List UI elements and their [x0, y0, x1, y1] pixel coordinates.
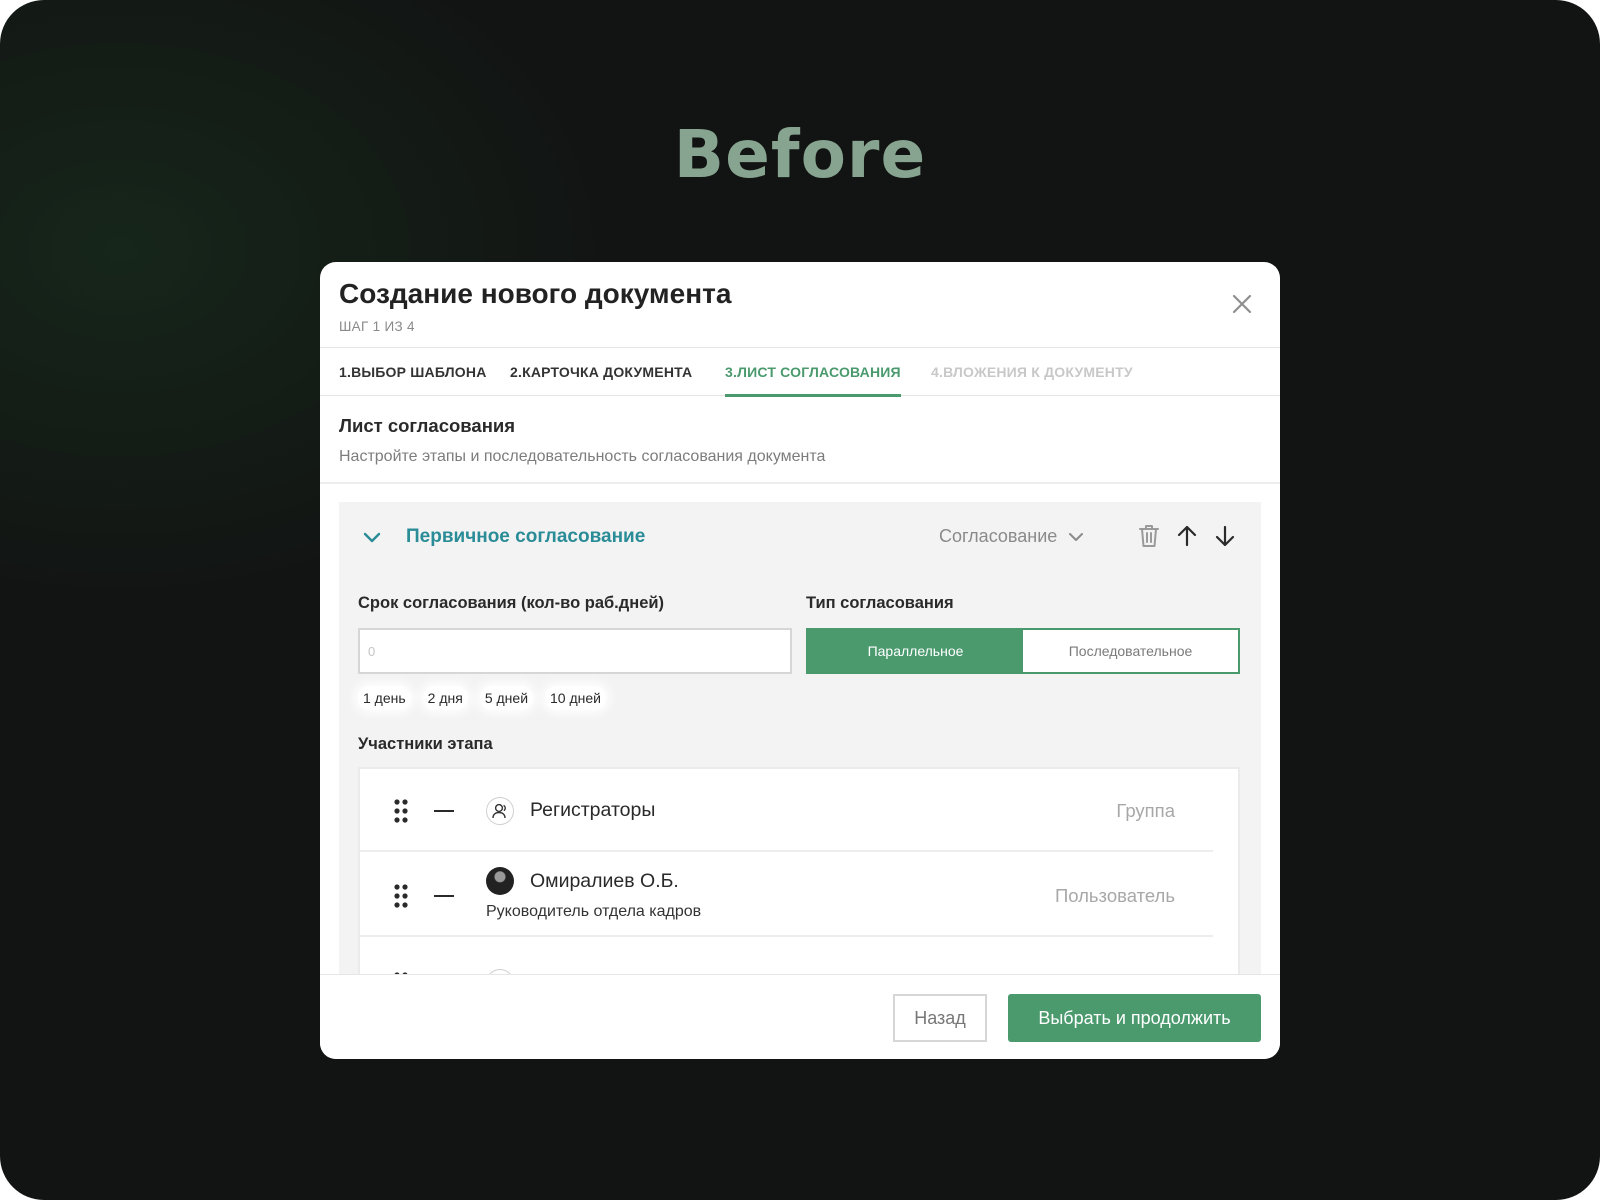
- trash-icon[interactable]: [1135, 522, 1163, 550]
- screen-background: Before Создание нового документа ШАГ 1 И…: [0, 0, 1600, 1200]
- term-chips: 1 день 2 дня 5 дней 10 дней: [358, 686, 606, 710]
- stage-type-select[interactable]: Согласование: [939, 526, 1085, 547]
- group-icon: [486, 797, 514, 825]
- approval-type-label: Тип согласования: [806, 594, 954, 612]
- term-chip[interactable]: 5 дней: [479, 686, 534, 710]
- create-document-modal: Создание нового документа ШАГ 1 ИЗ 4 1.В…: [320, 262, 1280, 1059]
- avatar: [486, 867, 514, 895]
- hero-title: Before: [673, 116, 927, 193]
- approval-stage-card: Первичное согласование Согласование Срок…: [339, 502, 1261, 1007]
- tab-template[interactable]: 1.ВЫБОР ШАБЛОНА: [339, 364, 487, 380]
- participant-name: Омиралиев О.Б.: [530, 870, 679, 892]
- modal-footer: Назад Выбрать и продолжить: [320, 974, 1280, 1059]
- back-button[interactable]: Назад: [893, 994, 987, 1042]
- participant-type: Группа: [1116, 800, 1175, 821]
- list-item: Регистраторы Группа: [360, 769, 1213, 852]
- section-title: Лист согласования: [339, 415, 516, 436]
- term-chip[interactable]: 2 дня: [422, 686, 468, 710]
- term-days-input[interactable]: [358, 628, 792, 674]
- tab-attachments[interactable]: 4.ВЛОЖЕНИЯ К ДОКУМЕНТУ: [931, 364, 1133, 380]
- drag-handle-icon[interactable]: [392, 883, 410, 909]
- list-item: Омиралиев О.Б. Руководитель отдела кадро…: [360, 852, 1213, 937]
- term-chip[interactable]: 10 дней: [545, 686, 606, 710]
- participant-role: Руководитель отдела кадров: [486, 903, 702, 920]
- participant-name: Регистраторы: [530, 799, 656, 821]
- section-subtitle: Настройте этапы и последовательность сог…: [339, 448, 826, 465]
- modal-title: Создание нового документа: [339, 278, 732, 309]
- drag-handle-icon[interactable]: [392, 798, 410, 824]
- modal-step-indicator: ШАГ 1 ИЗ 4: [339, 319, 415, 334]
- term-label: Срок согласования (кол-во раб.дней): [358, 594, 665, 612]
- participant-type: Пользователь: [1054, 885, 1175, 906]
- chevron-down-icon: [1069, 532, 1084, 541]
- participants-list: Регистраторы Группа Омиралиев О.Б. Руков…: [358, 767, 1240, 1007]
- select-and-continue-button[interactable]: Выбрать и продолжить: [1008, 994, 1261, 1042]
- modal-header: Создание нового документа ШАГ 1 ИЗ 4: [320, 262, 1280, 348]
- arrow-up-icon[interactable]: [1173, 522, 1201, 550]
- stage-title[interactable]: Первичное согласование: [406, 526, 645, 548]
- arrow-down-icon[interactable]: [1211, 522, 1239, 550]
- chevron-down-icon[interactable]: [361, 526, 383, 548]
- approval-type-sequential[interactable]: Последовательное: [1023, 630, 1238, 672]
- section-divider: [320, 482, 1280, 484]
- approval-type-parallel[interactable]: Параллельное: [808, 630, 1023, 672]
- approval-type-toggle: Параллельное Последовательное: [806, 628, 1240, 674]
- wizard-tabs: 1.ВЫБОР ШАБЛОНА 2.КАРТОЧКА ДОКУМЕНТА 3.Л…: [320, 348, 1280, 397]
- remove-icon[interactable]: [434, 810, 454, 812]
- participants-label: Участники этапа: [358, 735, 493, 753]
- tab-approval-sheet[interactable]: 3.ЛИСТ СОГЛАСОВАНИЯ: [725, 364, 901, 397]
- term-chip[interactable]: 1 день: [358, 686, 411, 710]
- close-icon[interactable]: [1230, 292, 1254, 316]
- tab-document-card[interactable]: 2.КАРТОЧКА ДОКУМЕНТА: [510, 364, 692, 380]
- remove-icon[interactable]: [434, 895, 454, 897]
- stage-type-value: Согласование: [939, 526, 1058, 546]
